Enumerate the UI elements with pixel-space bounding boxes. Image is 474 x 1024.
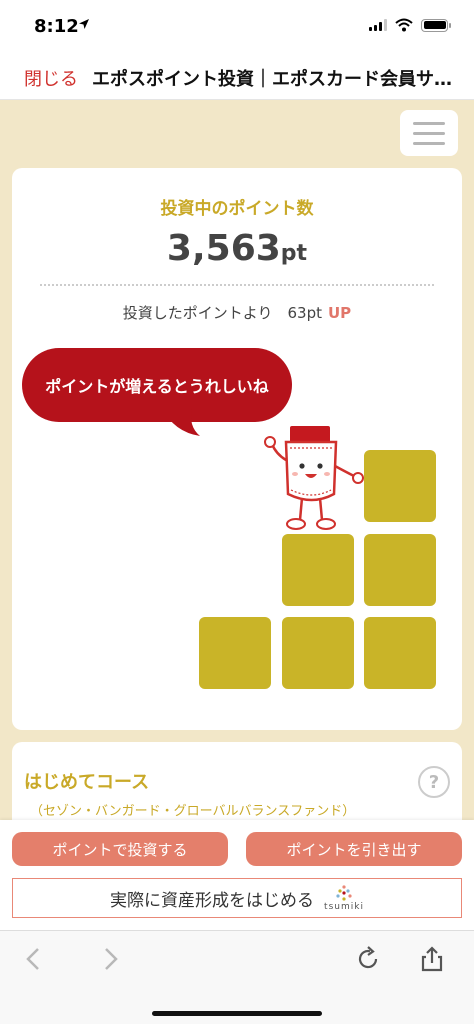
points-diff: 投資したポイントより 63pt UP — [12, 302, 462, 323]
course-title: はじめてコース — [24, 772, 150, 793]
course-card[interactable]: はじめてコース （セゾン・バンガード・グローバルバランスファンド） ? — [12, 742, 462, 826]
withdraw-button[interactable]: ポイントを引き出す — [246, 832, 462, 866]
divider — [40, 284, 434, 286]
block — [364, 534, 436, 606]
block — [364, 617, 436, 689]
menu-icon — [413, 121, 445, 125]
points-diff-label: 投資したポイントより 63pt — [122, 304, 322, 322]
invest-button[interactable]: ポイントで投資する — [12, 832, 228, 866]
main-content[interactable]: 投資中のポイント数 3,563pt 投資したポイントより 63pt UP ポイント… — [0, 100, 474, 826]
share-icon[interactable] — [418, 945, 446, 973]
help-icon[interactable]: ? — [418, 766, 450, 798]
points-number: 3,563 — [166, 228, 281, 269]
block — [282, 617, 354, 689]
reload-icon[interactable] — [354, 945, 382, 973]
speech-bubble: ポイントが増えるとうれしいね — [22, 348, 292, 422]
speech-tail — [162, 408, 200, 436]
points-value: 3,563pt — [12, 228, 462, 269]
points-card-title: 投資中のポイント数 — [160, 199, 314, 219]
location-arrow-icon — [79, 19, 89, 29]
block — [282, 534, 354, 606]
wifi-icon — [395, 18, 413, 32]
page-title: エポスポイント投資｜エポスカード会員サ… — [92, 68, 452, 90]
block — [199, 617, 271, 689]
menu-button[interactable] — [400, 110, 458, 156]
browser-toolbar — [0, 930, 474, 1024]
tsumiki-banner[interactable]: 実際に資産形成をはじめる tsumiki — [12, 878, 462, 918]
status-bar: 8:12 — [0, 0, 474, 56]
nav-bar: 閉じる エポスポイント投資｜エポスカード会員サ… — [0, 56, 474, 100]
signal-icon — [369, 19, 387, 31]
pocket-mascot-icon — [264, 426, 364, 530]
close-button[interactable]: 閉じる — [24, 65, 78, 91]
points-unit: pt — [280, 241, 308, 266]
home-indicator — [152, 1011, 322, 1016]
forward-icon[interactable] — [96, 945, 124, 973]
battery-icon — [421, 18, 451, 32]
points-card: 投資中のポイント数 3,563pt 投資したポイントより 63pt UP ポイント… — [12, 168, 462, 730]
tsumiki-logo: tsumiki — [324, 884, 364, 912]
status-time: 8:12 — [34, 16, 79, 37]
tsumiki-dots-icon — [336, 885, 352, 901]
tsumiki-name: tsumiki — [324, 902, 364, 912]
course-subtitle: （セゾン・バンガード・グローバルバランスファンド） — [30, 804, 356, 819]
diff-up-badge: UP — [328, 304, 352, 322]
bottom-actions: ポイントで投資する ポイントを引き出す 実際に資産形成をはじめる tsumiki — [0, 820, 474, 930]
back-icon[interactable] — [20, 945, 48, 973]
tsumiki-text: 実際に資産形成をはじめる — [110, 890, 315, 911]
